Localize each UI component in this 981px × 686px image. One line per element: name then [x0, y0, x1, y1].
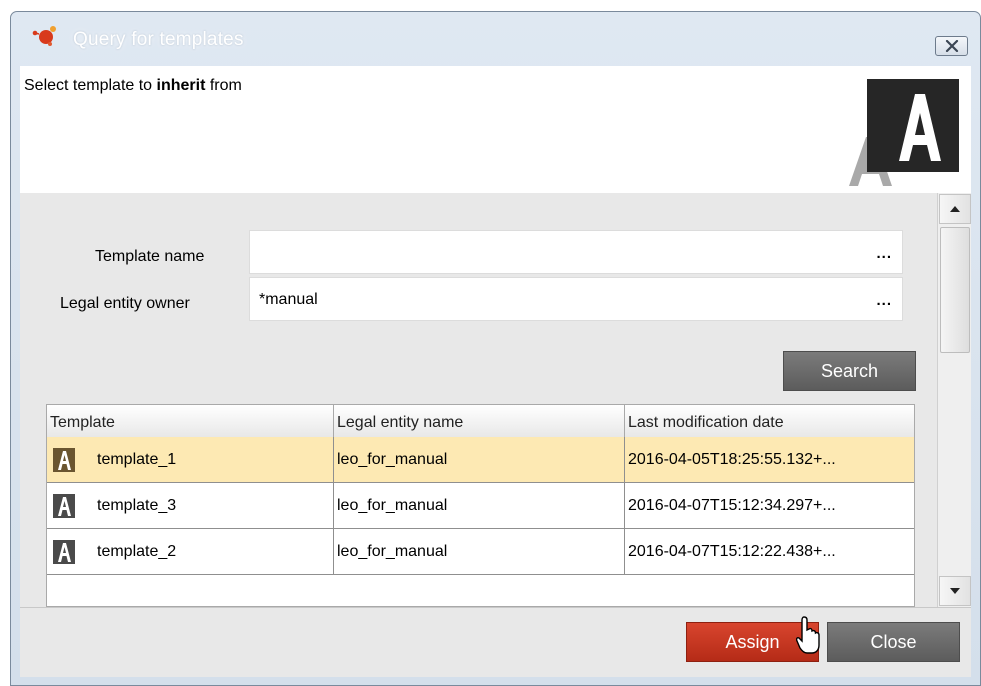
dialog-client: Select template to inherit from Template… — [20, 66, 971, 677]
table-row[interactable]: template_3 leo_for_manual 2016-04-07T15:… — [47, 483, 914, 529]
column-header-modified[interactable]: Last modification date — [625, 405, 914, 437]
legal-entity-owner-label: Legal entity owner — [60, 295, 190, 312]
templates-grid: Template Legal entity name Last modifica… — [46, 404, 915, 607]
modified-cell: 2016-04-07T15:12:22.438+... — [628, 543, 836, 560]
mouse-cursor-icon — [796, 616, 820, 654]
instruction-emphasis: inherit — [156, 77, 206, 94]
header-panel: Select template to inherit from — [20, 66, 971, 193]
instruction-text: Select template to inherit from — [24, 77, 242, 94]
template-icon — [53, 540, 75, 564]
vertical-scrollbar[interactable] — [937, 193, 971, 607]
arrow-up-icon — [950, 206, 960, 212]
table-row[interactable]: template_2 leo_for_manual 2016-04-07T15:… — [47, 529, 914, 575]
template-icon — [53, 448, 75, 472]
app-logo-icon — [849, 79, 959, 186]
button-bar: Assign Close — [20, 607, 971, 677]
scroll-down-button[interactable] — [939, 576, 971, 606]
legal-entity-browse-button[interactable]: ... — [876, 292, 892, 309]
legal-entity-owner-value: *manual — [259, 291, 318, 308]
close-window-button[interactable] — [935, 36, 968, 56]
template-cell: template_2 — [47, 529, 334, 574]
template-name-browse-button[interactable]: ... — [876, 245, 892, 262]
template-name-label: Template name — [95, 248, 205, 265]
template-icon — [53, 494, 75, 518]
app-icon — [32, 26, 56, 46]
scrollbar-thumb[interactable] — [940, 227, 970, 353]
close-button[interactable]: Close — [827, 622, 960, 662]
grid-header: Template Legal entity name Last modifica… — [47, 405, 914, 438]
scroll-up-button[interactable] — [939, 194, 971, 224]
modified-cell: 2016-04-05T18:25:55.132+... — [628, 451, 836, 468]
legal-entity-cell: leo_for_manual — [334, 529, 625, 574]
column-header-legal-entity[interactable]: Legal entity name — [334, 405, 625, 437]
table-row[interactable]: template_1 leo_for_manual 2016-04-05T18:… — [47, 437, 914, 483]
legal-entity-cell: leo_for_manual — [334, 437, 625, 482]
template-cell: template_1 — [47, 437, 334, 482]
query-panel: Template name ... Legal entity owner *ma… — [20, 193, 971, 607]
title-bar[interactable]: Query for templates — [11, 12, 980, 58]
close-icon — [945, 40, 958, 52]
window-title: Query for templates — [73, 29, 244, 50]
template-cell: template_3 — [47, 483, 334, 528]
column-header-template[interactable]: Template — [47, 405, 334, 437]
legal-entity-owner-input[interactable]: *manual ... — [249, 277, 903, 321]
search-button[interactable]: Search — [783, 351, 916, 391]
arrow-down-icon — [950, 588, 960, 594]
legal-entity-cell: leo_for_manual — [334, 483, 625, 528]
template-name-input[interactable]: ... — [249, 230, 903, 274]
modified-cell: 2016-04-07T15:12:34.297+... — [628, 497, 836, 514]
